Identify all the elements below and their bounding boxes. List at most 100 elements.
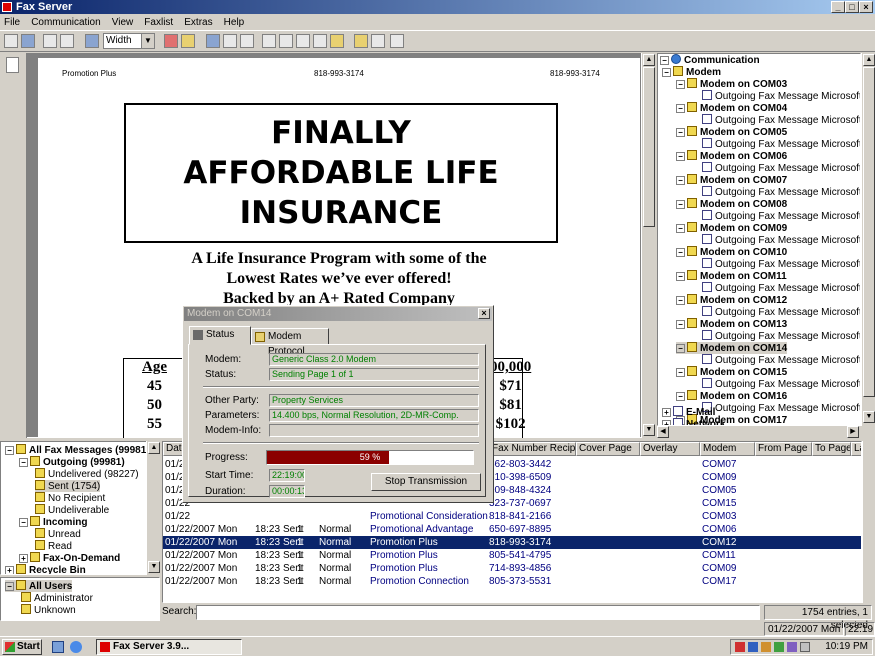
filter-icon[interactable] [223, 34, 237, 48]
column-header[interactable]: Fax Number Recipient [489, 442, 576, 456]
folder-item[interactable]: − All Fax Messages (99981) [5, 444, 150, 456]
users-item-all[interactable]: − All Users [5, 580, 73, 592]
folder-item[interactable]: + Recycle Bin [5, 564, 86, 574]
fax-icon[interactable] [330, 34, 344, 48]
tree-node-outgoing-fax[interactable]: Outgoing Fax Message Microsoft Word [702, 210, 860, 222]
tree-node-modem-com[interactable]: − Modem on COM11 [676, 270, 787, 282]
tree-node-modem-com[interactable]: − Modem on COM16 [676, 390, 787, 402]
send-document-icon[interactable] [313, 34, 327, 48]
tree-node-email[interactable]: + E-Mail [662, 406, 715, 418]
tree-node-outgoing-fax[interactable]: Outgoing Fax Message Microsoft Word [702, 258, 860, 270]
tree-node-modem-com[interactable]: − Modem on COM07 [676, 174, 787, 186]
menu-communication[interactable]: Communication [31, 17, 100, 28]
tab-modem-protocol[interactable]: Modem Protocol [251, 328, 329, 357]
scroll-up-icon[interactable]: ▲ [148, 442, 160, 454]
tree-node-modem-com[interactable]: − Modem on COM04 [676, 102, 787, 114]
tree-node-outgoing-fax[interactable]: Outgoing Fax Message Microsoft Word [702, 330, 860, 342]
key-icon[interactable] [354, 34, 368, 48]
ie-icon[interactable] [70, 641, 82, 653]
tree-node-modem[interactable]: − Modem [662, 66, 721, 78]
tree-node-outgoing-fax[interactable]: Outgoing Fax Message Microsoft Word [702, 138, 860, 150]
zoom-select[interactable]: Width ▼ [103, 33, 155, 49]
tree-node-outgoing-fax[interactable]: Outgoing Fax Message Microsoft Word [702, 186, 860, 198]
list-icon[interactable] [262, 34, 276, 48]
column-header[interactable]: Cover Page [576, 442, 640, 456]
tree-node-outgoing-fax[interactable]: Outgoing Fax Message Microsoft Word [702, 282, 860, 294]
tree-node-modem-com[interactable]: − Modem on COM14 [676, 342, 788, 354]
scroll-left-icon[interactable]: ◀ [657, 426, 669, 438]
monitor-icon[interactable] [85, 34, 99, 48]
stop-transmission-button[interactable]: Stop Transmission [371, 473, 481, 491]
tree-node-modem-com[interactable]: − Modem on COM03 [676, 78, 787, 90]
users-item-administrator[interactable]: Administrator [21, 592, 93, 604]
grid-view-icon[interactable] [206, 34, 220, 48]
table-row[interactable]: 01/22/2007 Mon 18:23 Sent 1 Normal Promotion … [163, 536, 861, 549]
menu-help[interactable]: Help [224, 17, 245, 28]
save-icon[interactable] [21, 34, 35, 48]
tree-hscrollbar[interactable]: ◀ ▶ [657, 426, 875, 438]
tree-node-outgoing-fax[interactable]: Outgoing Fax Message Microsoft Word [702, 234, 860, 246]
scroll-thumb[interactable] [643, 67, 655, 227]
import-icon[interactable] [164, 34, 178, 48]
scroll-up-icon[interactable]: ▲ [643, 54, 655, 66]
tray-icon[interactable] [774, 642, 784, 652]
minimize-button[interactable]: _ [831, 1, 845, 13]
folder-item[interactable]: Undeliverable [35, 504, 109, 516]
scroll-down-icon[interactable]: ▼ [148, 561, 160, 573]
table-row[interactable]: 01/22/2007 Mon 18:23 Sent 1 Normal Promotion … [163, 549, 861, 562]
folder-item[interactable]: − Incoming [19, 516, 87, 528]
dialog-close-button[interactable]: × [478, 308, 490, 319]
desktop-icon[interactable] [52, 641, 64, 653]
tree-node-modem-com[interactable]: − Modem on COM09 [676, 222, 787, 234]
taskbar-item-fax-server[interactable]: Fax Server 3.9... [96, 639, 242, 655]
print-preview-icon[interactable] [43, 34, 57, 48]
ots-icon[interactable] [371, 34, 385, 48]
column-header[interactable]: To Page [812, 442, 851, 456]
tree-node-modem-com[interactable]: − Modem on COM10 [676, 246, 787, 258]
folder-item[interactable]: Unread [35, 528, 81, 540]
tray-icon[interactable] [748, 642, 758, 652]
menu-extras[interactable]: Extras [184, 17, 212, 28]
scroll-down-icon[interactable]: ▼ [863, 411, 875, 423]
folder-item[interactable]: Read [35, 540, 72, 552]
help-icon[interactable] [390, 34, 404, 48]
folder-item[interactable]: + Fax-On-Demand [19, 552, 120, 564]
table-row[interactable]: 01/22/2007 Mon 18:23 Sent 1 Normal Promotion … [163, 575, 861, 588]
column-header[interactable]: La [851, 442, 861, 456]
users-item-unknown[interactable]: Unknown [21, 604, 76, 616]
tree-node-outgoing-fax[interactable]: Outgoing Fax Message Microsoft Word [702, 114, 860, 126]
tree-node-modem-com[interactable]: − Modem on COM15 [676, 366, 787, 378]
preview-scrollbar[interactable]: ▲ ▼ [641, 53, 655, 438]
folder-item[interactable]: Undelivered (98227) [35, 468, 139, 480]
column-header[interactable]: Modem [700, 442, 755, 456]
folder-item[interactable]: No Recipient [35, 492, 105, 504]
tree-node-network[interactable]: + Network [662, 418, 725, 425]
scroll-thumb[interactable] [863, 67, 875, 397]
print-icon[interactable] [60, 34, 74, 48]
tree-node-modem-com[interactable]: − Modem on COM13 [676, 318, 787, 330]
tray-icon[interactable] [735, 642, 745, 652]
book-icon[interactable] [279, 34, 293, 48]
table-row[interactable]: 01/22/2007 Mon 18:23 Sent 1 Normal Promotiona… [163, 523, 861, 536]
folder-scrollbar[interactable]: ▲ ▼ [146, 441, 160, 575]
clock[interactable]: 10:19 PM [825, 641, 868, 652]
tree-node-outgoing-fax[interactable]: Outgoing Fax Message Microsoft Word [702, 402, 860, 414]
tree-node-modem-com[interactable]: − Modem on COM08 [676, 198, 787, 210]
tree-scrollbar[interactable]: ▲ ▼ [861, 53, 875, 426]
menu-faxlist[interactable]: Faxlist [144, 17, 173, 28]
tree-node-modem-com[interactable]: − Modem on COM05 [676, 126, 787, 138]
folder-item[interactable]: Sent (1754) [35, 480, 101, 492]
tray-icon[interactable] [761, 642, 771, 652]
tree-node-outgoing-fax[interactable]: Outgoing Fax Message Microsoft Word [702, 90, 860, 102]
table-row[interactable]: 01/22 Promotional Consideration Inc818-84… [163, 510, 861, 523]
close-button[interactable]: × [859, 1, 873, 13]
tree-node-outgoing-fax[interactable]: Outgoing Fax Message Microsoft Word [702, 354, 860, 366]
tree-node-modem-com[interactable]: − Modem on COM12 [676, 294, 787, 306]
maximize-button[interactable]: □ [845, 1, 859, 13]
grid-scrollbar[interactable] [862, 441, 875, 603]
tree-node-outgoing-fax[interactable]: Outgoing Fax Message Microsoft Word [702, 162, 860, 174]
volume-icon[interactable] [800, 642, 810, 652]
scroll-up-icon[interactable]: ▲ [863, 54, 875, 66]
tree-node-outgoing-fax[interactable]: Outgoing Fax Message Microsoft Word [702, 378, 860, 390]
tree-node-outgoing-fax[interactable]: Outgoing Fax Message Microsoft Word [702, 306, 860, 318]
